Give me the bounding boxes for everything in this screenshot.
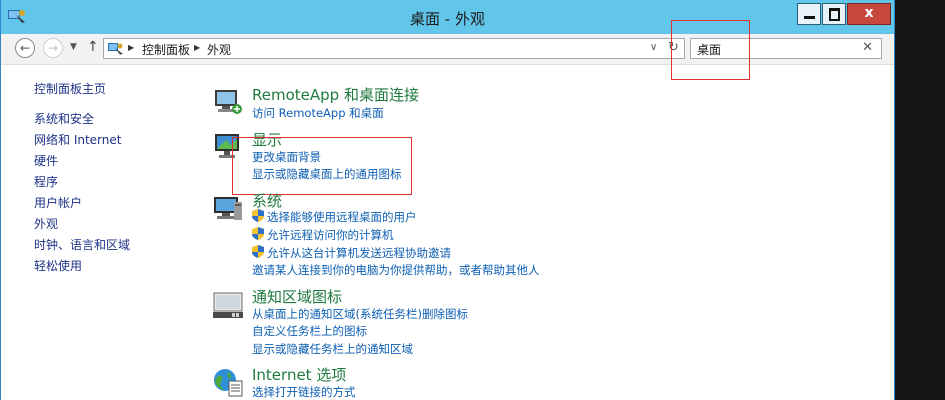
sidebar-item-programs[interactable]: 程序 — [34, 173, 58, 190]
system-section-title[interactable]: 系统 — [252, 190, 282, 211]
breadcrumb-control-panel[interactable]: 控制面板 — [142, 41, 190, 58]
system-link-invite-help[interactable]: 邀请某人连接到你的电脑为你提供帮助，或者帮助其他人 — [252, 262, 540, 278]
search-highlight-box — [671, 20, 750, 80]
forward-button[interactable]: → — [43, 38, 63, 58]
system-link-remote-desktop-users[interactable]: 选择能够使用远程桌面的用户 — [267, 209, 417, 225]
clear-search-icon[interactable]: ✕ — [862, 40, 873, 55]
remoteapp-icon[interactable] — [212, 86, 244, 118]
notification-link-remove-icons[interactable]: 从桌面上的通知区域(系统任务栏)删除图标 — [252, 306, 468, 322]
internet-options-link-open-links[interactable]: 选择打开链接的方式 — [252, 384, 356, 400]
notification-area-icon[interactable] — [212, 289, 244, 321]
sidebar-item-ease-of-access[interactable]: 轻松使用 — [34, 257, 82, 274]
back-button[interactable]: ← — [15, 38, 35, 58]
breadcrumb-appearance[interactable]: 外观 — [207, 41, 231, 58]
sidebar-item-user-accounts[interactable]: 用户帐户 — [34, 194, 82, 211]
title-bar: 桌面 - 外观 x — [1, 0, 894, 34]
notification-link-show-hide-area[interactable]: 显示或隐藏任务栏上的通知区域 — [252, 341, 413, 357]
close-button[interactable]: x — [847, 3, 891, 25]
up-arrow-button[interactable]: ↑ — [87, 39, 99, 55]
control-panel-window: 桌面 - 外观 x ← → ▼ ↑ ▶ 控制面板 ▶ 外观 ∨ ↻ 桌面 ✕ 控… — [0, 0, 895, 400]
display-highlight-box — [232, 137, 412, 195]
address-bar[interactable]: ▶ 控制面板 ▶ 外观 ∨ ↻ — [103, 38, 685, 59]
notification-link-customize-icons[interactable]: 自定义任务栏上的图标 — [252, 323, 367, 339]
navigation-bar: ← → ▼ ↑ ▶ 控制面板 ▶ 外观 ∨ ↻ 桌面 ✕ — [1, 34, 894, 65]
sidebar-item-network[interactable]: 网络和 Internet — [34, 131, 121, 148]
notification-section-title[interactable]: 通知区域图标 — [252, 286, 342, 307]
maximize-button[interactable] — [822, 3, 846, 25]
address-dropdown-icon[interactable]: ∨ — [650, 42, 657, 53]
system-icon[interactable] — [212, 192, 244, 224]
desktop-background — [895, 0, 945, 400]
internet-options-section-title[interactable]: Internet 选项 — [252, 364, 346, 385]
window-title: 桌面 - 外观 — [410, 10, 485, 28]
uac-shield-icon — [252, 227, 264, 240]
remoteapp-link-access[interactable]: 访问 RemoteApp 和桌面 — [252, 105, 384, 121]
uac-shield-icon — [252, 245, 264, 258]
uac-shield-icon — [252, 209, 264, 222]
internet-options-icon[interactable] — [212, 366, 244, 398]
close-icon: x — [864, 5, 874, 21]
system-link-remote-assistance[interactable]: 允许从这台计算机发送远程协助邀请 — [267, 245, 451, 261]
recent-locations-dropdown-icon[interactable]: ▼ — [70, 42, 77, 52]
remoteapp-section-title[interactable]: RemoteApp 和桌面连接 — [252, 84, 419, 105]
minimize-button[interactable] — [797, 3, 821, 25]
control-panel-breadcrumb-icon — [108, 43, 123, 55]
breadcrumb-separator-icon[interactable]: ▶ — [194, 43, 200, 52]
sidebar-item-system-security[interactable]: 系统和安全 — [34, 110, 94, 127]
sidebar-item-clock-language-region[interactable]: 时钟、语言和区域 — [34, 236, 130, 253]
sidebar-item-hardware[interactable]: 硬件 — [34, 152, 58, 169]
sidebar-item-appearance[interactable]: 外观 — [34, 215, 58, 232]
breadcrumb-separator-icon[interactable]: ▶ — [128, 43, 134, 52]
sidebar-item-home[interactable]: 控制面板主页 — [34, 80, 106, 97]
system-link-allow-remote-access[interactable]: 允许远程访问你的计算机 — [267, 227, 394, 243]
